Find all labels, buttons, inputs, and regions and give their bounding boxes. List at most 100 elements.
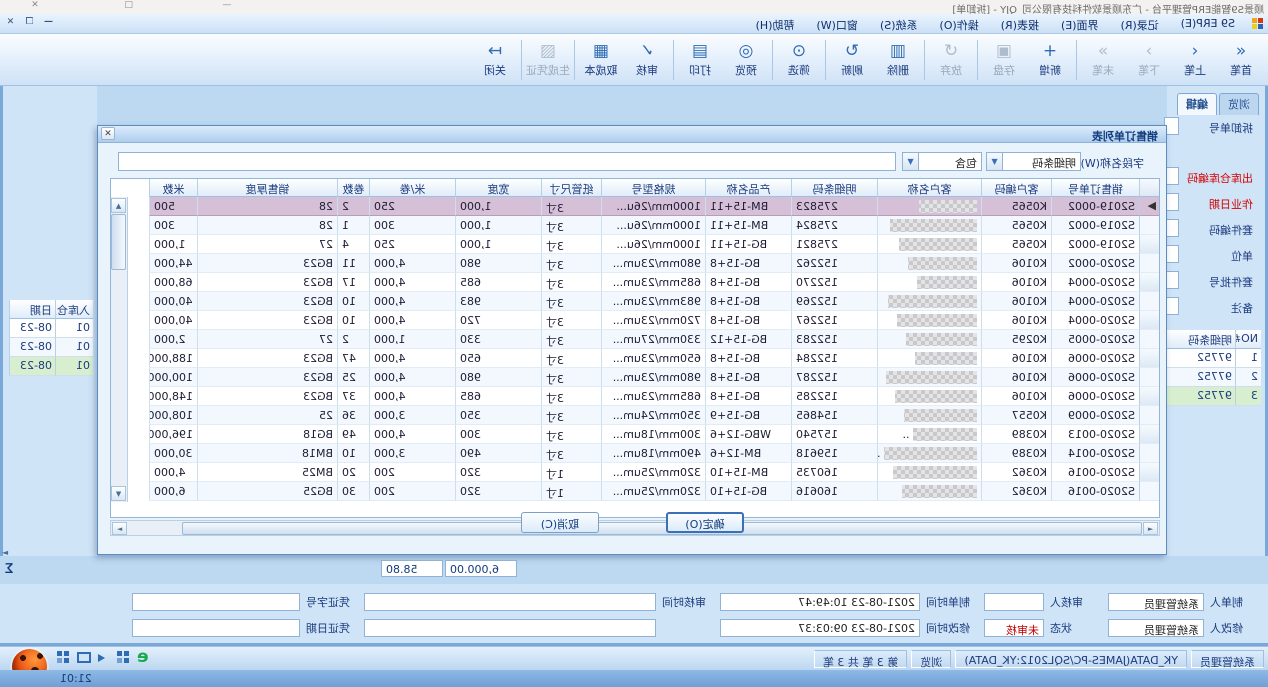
- refresh-button[interactable]: ↻刷新: [829, 37, 875, 83]
- first-record-icon: «: [1236, 42, 1246, 61]
- column-header-product[interactable]: 产品名称: [705, 179, 791, 197]
- speaker-icon[interactable]: [98, 654, 109, 662]
- table-row[interactable]: S2019-0002K0565275824BM-15+111000mm/26u.…: [111, 216, 1159, 235]
- window-border: [0, 643, 1268, 646]
- cell-spec: 330mm/27um...: [601, 330, 705, 349]
- footer-label: 制单时间: [920, 594, 978, 610]
- ok-button[interactable]: 确定(O): [666, 512, 744, 533]
- cancel-button[interactable]: 取消(C): [521, 512, 599, 533]
- menu-item-0[interactable]: S9 ERP(E): [1170, 14, 1246, 34]
- cell: 97752: [1164, 349, 1235, 368]
- cell-meters: 4,000: [149, 463, 197, 482]
- os-titlebar: 顺景S9智能ERP管理平台 - 广东顺景软件科技有限公司_QJY - [拆卸单]…: [0, 0, 1268, 14]
- column-header-tube[interactable]: 纸管尺寸: [541, 179, 601, 197]
- scroll-up-icon[interactable]: ▲: [111, 198, 126, 213]
- minimize-icon[interactable]: —: [218, 0, 236, 13]
- menu-item-6[interactable]: 窗口(W): [805, 14, 868, 34]
- menu-item-2[interactable]: 界面(E): [1050, 14, 1110, 34]
- tab-编辑[interactable]: 编辑: [1177, 93, 1217, 115]
- operator-select[interactable]: 包含 ▼: [902, 152, 982, 171]
- cell: 08-23: [9, 357, 55, 376]
- close-icon[interactable]: ✕: [26, 0, 44, 13]
- mdi-close-icon[interactable]: ✕: [4, 17, 17, 27]
- get-cost-button[interactable]: ▦取成本: [578, 37, 624, 83]
- table-row[interactable]: 0108-23: [9, 338, 93, 357]
- column-header-rolls[interactable]: 卷数: [337, 179, 369, 197]
- table-row[interactable]: S2020-0006K0106152284BG-15+8650mm/23um..…: [111, 349, 1159, 368]
- field-name-select[interactable]: 明细条码 ▼: [986, 152, 1081, 171]
- table-row[interactable]: S2020-0004K0106152269BG-15+8983mm/23um..…: [111, 292, 1159, 311]
- dialog-titlebar[interactable]: 销售订单列表 ✕: [98, 126, 1166, 143]
- scrollbar-thumb[interactable]: [182, 522, 1142, 535]
- cell-product: BG-15+9: [705, 406, 791, 425]
- prev-record-button[interactable]: ‹上笔: [1172, 37, 1218, 83]
- dialog-close-icon[interactable]: ✕: [101, 127, 115, 140]
- cell-meters: 148,000: [149, 387, 197, 406]
- cell: 3: [1235, 387, 1261, 406]
- preview-button[interactable]: ◎预览: [723, 37, 769, 83]
- menu-item-5[interactable]: 系统(S): [869, 14, 929, 34]
- table-row[interactable]: S2020-0014K0389 ..159618BM-12+6490mm/18u…: [111, 444, 1159, 463]
- table-row[interactable]: S2020-0013K0389 ..157540WBG-12+6300mm/18…: [111, 425, 1159, 444]
- table-row[interactable]: S2019-0002K0565275821BG-15+111000mm/26u.…: [111, 235, 1159, 254]
- cell-cust_code: K0106: [981, 254, 1051, 273]
- monitor-tray-icon[interactable]: [77, 652, 91, 663]
- chevron-down-icon[interactable]: ▼: [987, 153, 1003, 170]
- table-row[interactable]: ▶S2019-0002K0565275823BM-15+111000mm/26u…: [111, 197, 1159, 216]
- scroll-right-icon[interactable]: ►: [112, 522, 127, 535]
- column-header-width[interactable]: 宽度: [455, 179, 541, 197]
- table-row[interactable]: S2020-0006K0106152285BG-15+8685mm/23um..…: [111, 387, 1159, 406]
- menu-item-7[interactable]: 帮助(H): [745, 14, 806, 34]
- menu-item-1[interactable]: 记录(R): [1110, 14, 1170, 34]
- column-header-cust_name[interactable]: 客户名称: [877, 179, 981, 197]
- scroll-left-icon[interactable]: ◄: [1143, 522, 1158, 535]
- maximize-icon[interactable]: □: [120, 0, 138, 13]
- grid-tray-icon[interactable]: [116, 650, 130, 664]
- delete-button[interactable]: ▥删除: [875, 37, 921, 83]
- table-row[interactable]: S2020-0004K0106152270BG-15+8685mm/23um..…: [111, 273, 1159, 292]
- cell-barcode: 275824: [791, 216, 877, 235]
- menu-item-4[interactable]: 操作(O): [928, 14, 989, 34]
- table-row[interactable]: 0108-23: [9, 319, 93, 338]
- table-row[interactable]: S2020-0005K0295152283BG-15+12330mm/27um.…: [111, 330, 1159, 349]
- scrollbar-thumb[interactable]: [111, 214, 126, 270]
- table-row[interactable]: S2020-0016K0362160616BG-15+10320mm/25um.…: [111, 482, 1159, 501]
- grid-tray-icon[interactable]: [56, 650, 70, 664]
- filter-button[interactable]: ⊙筛选: [776, 37, 822, 83]
- close-form-icon: ↦: [488, 42, 502, 61]
- menu-item-3[interactable]: 报表(R): [990, 14, 1050, 34]
- column-header-cust_code[interactable]: 客户编码: [981, 179, 1051, 197]
- first-record-button[interactable]: «首笔: [1218, 37, 1264, 83]
- table-row[interactable]: S2020-0009K0557154865BG-15+9350mm/24um..…: [111, 406, 1159, 425]
- table-row[interactable]: S2020-0016K0362160735BM-15+10320mm/25um.…: [111, 463, 1159, 482]
- cell-m_per_roll: 4,000: [369, 273, 455, 292]
- column-header-meters[interactable]: 米数: [149, 179, 197, 197]
- scroll-right-icon[interactable]: ►: [2, 548, 8, 557]
- column-header-barcode[interactable]: 明细条码: [791, 179, 877, 197]
- add-button[interactable]: +新增: [1027, 37, 1073, 83]
- search-input[interactable]: [118, 152, 896, 171]
- cell-cust_code: K0362: [981, 482, 1051, 501]
- mdi-minimize-icon[interactable]: —: [42, 17, 55, 27]
- mdi-restore-icon[interactable]: ❐: [23, 17, 36, 27]
- audit-button[interactable]: ✓审核: [624, 37, 670, 83]
- table-row[interactable]: 197752: [1164, 349, 1261, 368]
- column-header-spec[interactable]: 规格型号: [601, 179, 705, 197]
- table-row[interactable]: S2020-0006K0106152287BG-15+8980mm/23um..…: [111, 368, 1159, 387]
- table-row[interactable]: S2020-0002K0106152262BG-15+8980mm/23um..…: [111, 254, 1159, 273]
- column-header-m_per_roll[interactable]: 米/卷: [369, 179, 455, 197]
- table-row[interactable]: 397752: [1164, 387, 1261, 406]
- table-row[interactable]: 297752: [1164, 368, 1261, 387]
- table-row[interactable]: S2020-0004K0106152267BG-15+8720mm/23um..…: [111, 311, 1159, 330]
- scroll-down-icon[interactable]: ▼: [111, 486, 126, 501]
- column-header-order_no[interactable]: 销售订单号: [1051, 179, 1139, 197]
- chevron-down-icon[interactable]: ▼: [903, 153, 919, 170]
- vertical-scrollbar[interactable]: ▲ ▼: [111, 197, 128, 502]
- print-button[interactable]: ▤打印: [677, 37, 723, 83]
- column-header-thickness[interactable]: 销售厚度: [197, 179, 337, 197]
- close-form-button[interactable]: ↦关闭: [472, 37, 518, 83]
- horizontal-scrollbar[interactable]: ◄ ►: [110, 520, 1160, 536]
- tab-浏览[interactable]: 浏览: [1219, 93, 1259, 115]
- table-row[interactable]: 0108-23: [9, 357, 93, 376]
- green-e-tray-icon[interactable]: e: [137, 649, 149, 665]
